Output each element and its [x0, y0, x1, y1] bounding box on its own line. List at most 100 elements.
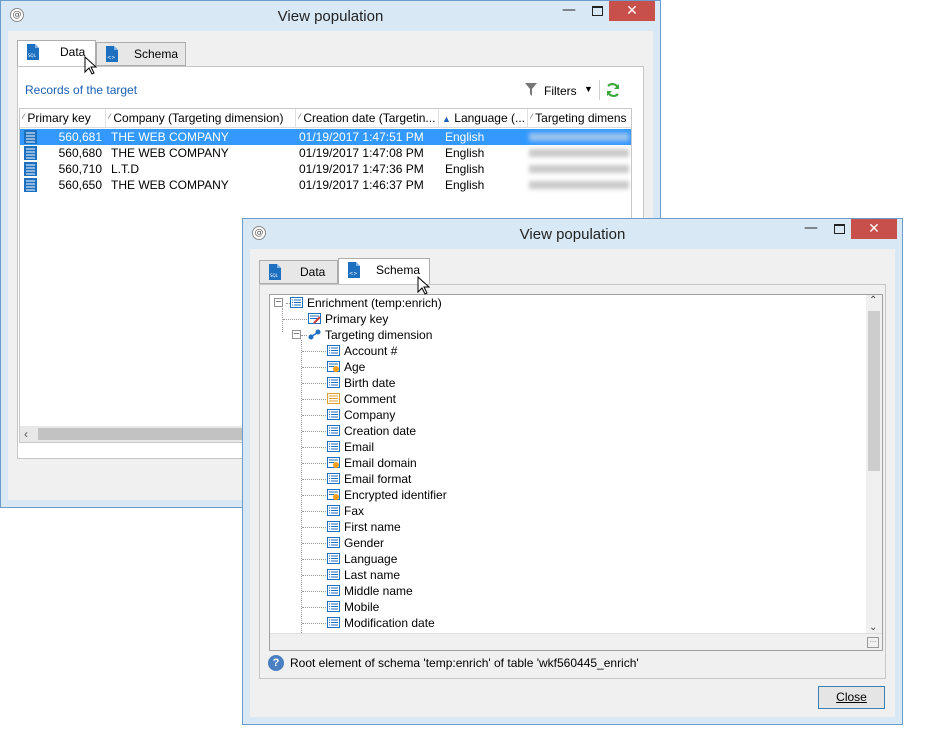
maximize-button[interactable]	[584, 1, 610, 21]
field-icon	[327, 553, 340, 564]
tree-node-label: Account #	[344, 344, 398, 358]
close-window-button[interactable]: ✕	[609, 1, 655, 21]
toolbar-divider	[599, 80, 600, 100]
field-icon	[327, 521, 340, 532]
computed-field-icon	[327, 489, 340, 500]
tree-node-label: Mobile	[344, 600, 380, 614]
cell-creation-date: 01/19/2017 1:47:51 PM	[299, 130, 424, 144]
chevron-down-icon: ▼	[584, 84, 593, 94]
close-button[interactable]: Close	[818, 686, 885, 709]
scroll-up-icon[interactable]: ⌃	[869, 295, 877, 306]
field-icon	[327, 617, 340, 628]
view-population-window-front: @ View population — ✕ SQL Data <> Schema…	[242, 218, 903, 725]
column-header-company[interactable]: ⁄ Company (Targeting dimension)	[108, 110, 298, 126]
field-icon	[327, 345, 340, 356]
tree-node-label: Birth date	[344, 376, 396, 390]
svg-text:<>: <>	[349, 271, 357, 277]
schema-file-icon: <>	[106, 46, 118, 62]
cell-language: English	[445, 146, 485, 160]
table-row[interactable]: 560,680 THE WEB COMPANY 01/19/2017 1:47:…	[20, 145, 631, 161]
tree-node-label: Email format	[344, 472, 412, 486]
schema-file-icon: <>	[348, 262, 360, 278]
cell-primary-key: 560,680	[58, 146, 102, 160]
status-text: Root element of schema 'temp:enrich' of …	[290, 656, 639, 670]
cell-primary-key: 560,710	[58, 162, 102, 176]
scroll-down-icon[interactable]: ⌄	[869, 622, 877, 633]
computed-field-icon	[327, 361, 340, 372]
tree-node-label: Encrypted identifier	[344, 488, 447, 502]
tree-node-label: Age	[344, 360, 366, 374]
collapse-icon[interactable]: –	[274, 298, 283, 307]
field-icon	[327, 601, 340, 612]
scroll-left-icon[interactable]: ‹	[24, 427, 28, 441]
svg-text:<>: <>	[107, 55, 115, 61]
cell-language: English	[445, 162, 485, 176]
sql-file-icon: SQL	[27, 44, 39, 60]
tree-node-label: Fax	[344, 504, 365, 518]
table-row[interactable]: 560,681 THE WEB COMPANY 01/19/2017 1:47:…	[20, 129, 631, 145]
column-header-language[interactable]: ▲ Language (...	[442, 110, 527, 127]
mouse-pointer-icon	[417, 276, 431, 295]
title-bar[interactable]: @ View population — ✕	[1, 1, 660, 31]
window-client: SQL Data <> Schema – – Enrichment (temp:…	[250, 249, 895, 717]
field-icon	[327, 377, 340, 388]
vertical-scrollbar[interactable]: ⌃ ⌄	[866, 295, 882, 633]
tree-node-label: Last name	[344, 568, 401, 582]
tab-schema[interactable]: <> Schema	[96, 42, 186, 66]
cell-language: English	[445, 130, 485, 144]
grid-header: ⁄ Primary key ⁄ Company (Targeting dimen…	[20, 109, 631, 128]
blurred-cell	[529, 165, 629, 173]
tree-node-label: First name	[344, 520, 401, 534]
maximize-button[interactable]	[826, 219, 852, 239]
schema-element-icon	[290, 297, 303, 308]
title-bar[interactable]: @ View population — ✕	[243, 219, 902, 249]
tree-node-label: Gender	[344, 536, 385, 550]
cell-company: L.T.D	[111, 162, 140, 176]
cell-creation-date: 01/19/2017 1:47:08 PM	[299, 146, 424, 160]
cell-company: THE WEB COMPANY	[111, 146, 229, 160]
close-window-button[interactable]: ✕	[851, 219, 897, 239]
column-header-targeting-dimension[interactable]: ⁄ Targeting dimens	[530, 110, 631, 126]
schema-tree[interactable]: – – Enrichment (temp:enrich) Primary key…	[269, 294, 883, 651]
tree-node-label: Company	[344, 408, 396, 422]
scrollbar-thumb[interactable]	[868, 311, 880, 471]
field-icon	[327, 585, 340, 596]
tree-node-label: Email	[344, 440, 375, 454]
minimize-button[interactable]: —	[556, 1, 582, 21]
field-icon	[327, 409, 340, 420]
tree-node-label: Email domain	[344, 456, 417, 470]
record-icon	[24, 162, 37, 176]
tree-footer: …	[270, 633, 882, 650]
record-icon	[24, 178, 37, 192]
tree-node-label: Modification date	[344, 616, 435, 630]
column-header-creation-date[interactable]: ⁄ Creation date (Targetin...	[298, 110, 438, 126]
records-of-target-link[interactable]: Records of the target	[25, 83, 137, 97]
cell-primary-key: 560,681	[58, 130, 102, 144]
collapse-icon[interactable]: –	[292, 330, 301, 339]
mouse-pointer-icon	[84, 56, 98, 75]
minimize-button[interactable]: —	[798, 219, 824, 239]
sql-file-icon: SQL	[269, 264, 281, 280]
field-icon	[327, 505, 340, 516]
column-header-primary-key[interactable]: ⁄ Primary key	[22, 110, 102, 126]
refresh-icon[interactable]	[605, 82, 621, 98]
blurred-cell	[529, 149, 629, 157]
cell-primary-key: 560,650	[58, 178, 102, 192]
svg-text:SQL: SQL	[270, 273, 279, 278]
more-icon[interactable]: …	[867, 637, 879, 648]
tree-node-label: Language	[344, 552, 398, 566]
cell-company: THE WEB COMPANY	[111, 178, 229, 192]
table-row[interactable]: 560,710 L.T.D 01/19/2017 1:47:36 PM Engl…	[20, 161, 631, 177]
tree-node-label: Comment	[344, 392, 397, 406]
help-icon: ?	[268, 655, 284, 671]
filter-icon	[525, 83, 537, 96]
filters-button[interactable]: Filters ▼	[523, 80, 593, 100]
table-row[interactable]: 560,650 THE WEB COMPANY 01/19/2017 1:46:…	[20, 177, 631, 193]
tab-data[interactable]: SQL Data	[259, 260, 338, 284]
record-icon	[24, 130, 37, 144]
cell-company: THE WEB COMPANY	[111, 130, 229, 144]
cell-creation-date: 01/19/2017 1:47:36 PM	[299, 162, 424, 176]
cell-language: English	[445, 178, 485, 192]
record-icon	[24, 146, 37, 160]
field-icon	[327, 441, 340, 452]
